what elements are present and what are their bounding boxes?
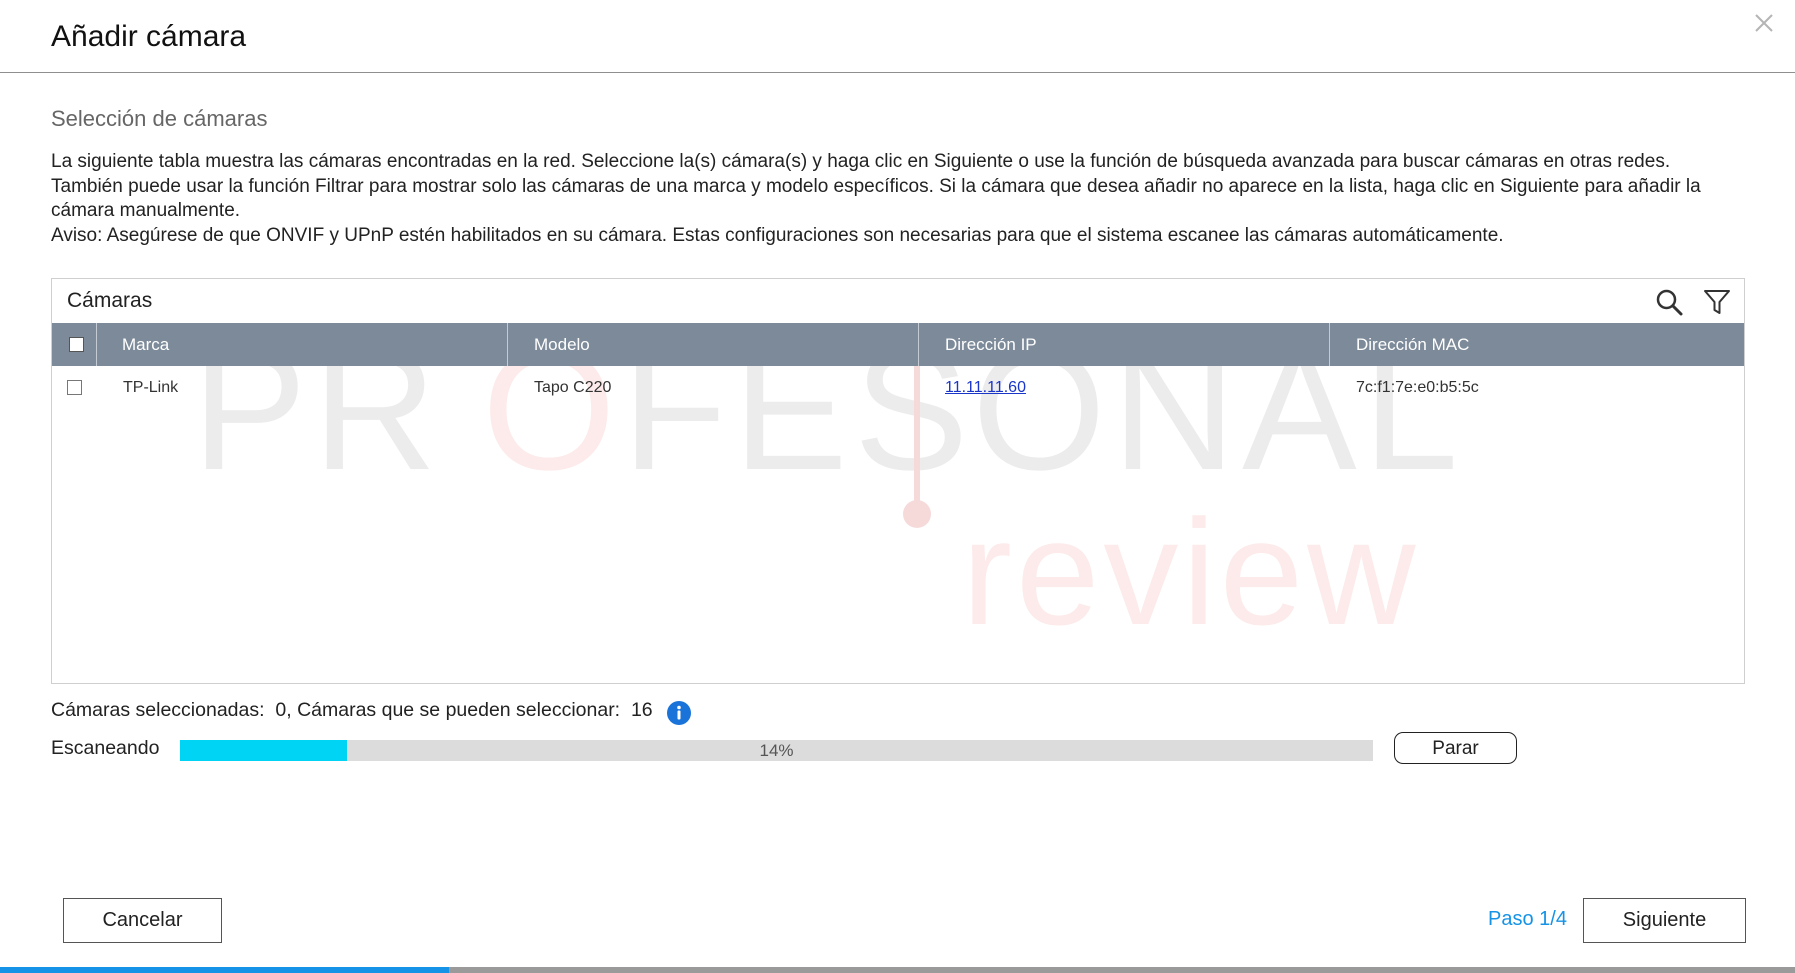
cell-mac: 7c:f1:7e:e0:b5:5c (1356, 379, 1479, 396)
column-separator (1329, 323, 1330, 366)
row-checkbox[interactable] (67, 380, 82, 395)
column-header-marca[interactable]: Marca (122, 323, 169, 366)
wizard-progress-fill (0, 967, 449, 973)
description-line: También puede usar la función Filtrar pa… (51, 175, 1701, 222)
column-separator (918, 323, 919, 366)
cell-modelo: Tapo C220 (534, 379, 612, 396)
column-header-ip[interactable]: Dirección IP (945, 323, 1037, 366)
wizard-progress-bar (0, 967, 1795, 973)
description-line: Aviso: Asegúrese de que ONVIF y UPnP est… (51, 224, 1504, 246)
column-header-mac[interactable]: Dirección MAC (1356, 323, 1469, 366)
add-camera-dialog: Añadir cámara Selección de cámaras La si… (0, 0, 1795, 973)
stop-button[interactable]: Parar (1394, 732, 1517, 764)
selectable-count: 16 (630, 699, 653, 721)
cameras-table-panel: PR O FES ONAL review Cámaras Marca Model… (51, 278, 1745, 684)
table-title: Cámaras (67, 289, 153, 312)
svg-text:review: review (962, 488, 1419, 656)
dialog-header: Añadir cámara (0, 0, 1795, 73)
close-icon[interactable] (1747, 6, 1781, 40)
selected-count: 0 (275, 699, 287, 721)
table-row[interactable]: TP-Link Tapo C220 11.11.11.60 7c:f1:7e:e… (52, 366, 1744, 410)
ip-link[interactable]: 11.11.11.60 (945, 379, 1026, 396)
column-separator (96, 323, 97, 366)
table-header: Marca Modelo Dirección IP Dirección MAC (52, 323, 1744, 366)
select-all-checkbox[interactable] (69, 337, 84, 352)
step-indicator: Paso 1/4 (1488, 908, 1567, 930)
selected-label: Cámaras seleccionadas: (51, 699, 265, 721)
info-icon[interactable] (666, 700, 692, 726)
dialog-title: Añadir cámara (51, 20, 247, 53)
search-icon[interactable] (1654, 287, 1684, 317)
column-header-modelo[interactable]: Modelo (534, 323, 590, 366)
cell-ip: 11.11.11.60 (945, 366, 1026, 410)
description: La siguiente tabla muestra las cámaras e… (51, 150, 1751, 248)
filter-icon[interactable] (1702, 287, 1732, 317)
scan-progress-bar: 14% (180, 740, 1373, 761)
scan-label: Escaneando (51, 737, 160, 759)
selectable-label: Cámaras que se pueden seleccionar: (297, 699, 621, 721)
selection-status: Cámaras seleccionadas: 0, Cámaras que se… (51, 699, 653, 721)
scan-progress-text: 14% (759, 741, 794, 760)
column-separator (507, 323, 508, 366)
cell-marca: TP-Link (123, 379, 179, 396)
description-line: La siguiente tabla muestra las cámaras e… (51, 151, 1671, 172)
next-button[interactable]: Siguiente (1583, 898, 1746, 943)
cancel-button[interactable]: Cancelar (63, 898, 222, 943)
section-title: Selección de cámaras (51, 106, 268, 131)
